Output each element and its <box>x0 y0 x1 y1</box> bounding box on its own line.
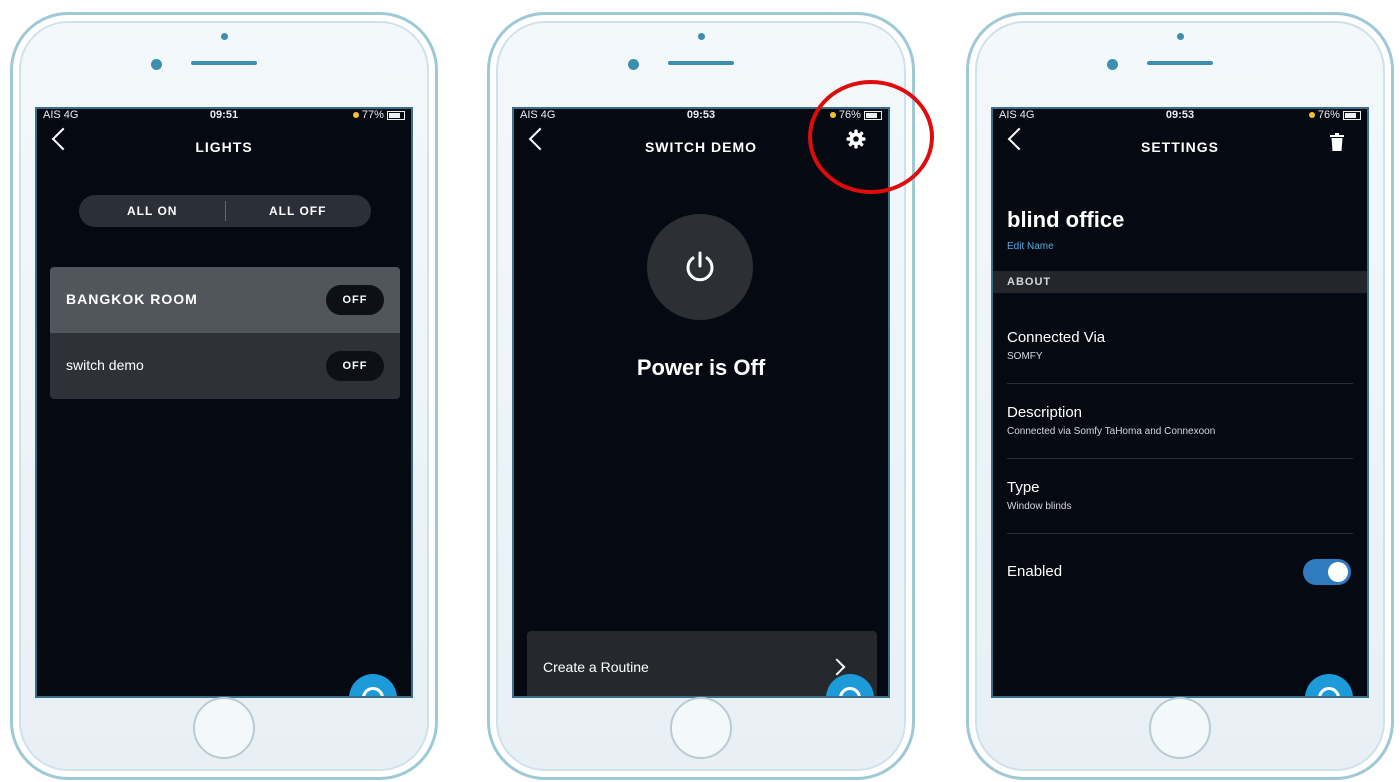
page-title: LIGHTS <box>195 139 253 155</box>
page-title: SETTINGS <box>1140 139 1219 155</box>
type-row: Type Window blinds <box>1007 459 1353 534</box>
description-row: Description Connected via Somfy TaHoma a… <box>1007 384 1353 459</box>
row-value: Window blinds <box>1007 501 1072 512</box>
phone-frame-lights: AIS 4G 09:51 77% LIGHTS ALL ON ALL OFF B… <box>10 12 438 780</box>
enabled-label: Enabled <box>1007 563 1063 580</box>
screen-settings: AIS 4G 09:53 76% SETTINGS blind office E… <box>991 107 1369 698</box>
battery-icon <box>387 110 405 120</box>
clock: 09:53 <box>686 109 716 121</box>
earpiece <box>668 61 734 65</box>
edit-name-link[interactable]: Edit Name <box>1007 241 1054 252</box>
all-toggle-segment: ALL ON ALL OFF <box>79 195 371 227</box>
carrier: AIS 4G <box>43 109 79 121</box>
location-icon <box>1308 112 1315 119</box>
alexa-button[interactable] <box>349 674 397 696</box>
battery-level: 77% <box>361 109 384 121</box>
device-card-switch-demo[interactable]: switch demo OFF <box>50 333 400 399</box>
segment-divider <box>225 201 226 221</box>
all-off-button[interactable]: ALL OFF <box>269 204 326 218</box>
row-value: SOMFY <box>1007 351 1043 362</box>
device-card-bangkok-room[interactable]: BANGKOK ROOM OFF <box>50 267 400 333</box>
battery: 77% <box>352 109 405 121</box>
carrier: AIS 4G <box>520 109 556 121</box>
sensor-dot <box>1177 33 1184 40</box>
device-state-button[interactable]: OFF <box>326 351 384 381</box>
home-button[interactable] <box>193 697 255 759</box>
status-bar: AIS 4G 09:51 77% <box>37 109 411 123</box>
status-bar: AIS 4G 09:53 76% <box>993 109 1367 123</box>
device-name: blind office <box>1007 207 1125 232</box>
connected-via-row: Connected Via SOMFY <box>1007 309 1353 384</box>
device-state-button[interactable]: OFF <box>326 285 384 315</box>
chevron-right-icon <box>828 658 846 676</box>
location-icon <box>352 112 359 119</box>
device-name: switch demo <box>66 357 144 373</box>
camera <box>1107 59 1118 70</box>
all-on-button[interactable]: ALL ON <box>127 204 177 218</box>
about-section-header: ABOUT <box>993 271 1367 293</box>
create-routine-card[interactable]: Create a Routine <box>527 631 877 696</box>
sensor-dot <box>221 33 228 40</box>
row-heading: Connected Via <box>1007 329 1106 346</box>
power-icon <box>686 251 714 282</box>
screen-switch-demo: AIS 4G 09:53 76% SWITCH DEMO Power is Of… <box>512 107 890 698</box>
home-button[interactable] <box>670 697 732 759</box>
power-status: Power is Off <box>636 355 766 380</box>
carrier: AIS 4G <box>999 109 1035 121</box>
earpiece <box>1147 61 1213 65</box>
earpiece <box>191 61 257 65</box>
device-name: BANGKOK ROOM <box>66 291 198 307</box>
battery-level: 76% <box>1317 109 1340 121</box>
clock: 09:53 <box>1165 109 1195 121</box>
row-value: Connected via Somfy TaHoma and Connexoon <box>1007 426 1216 437</box>
highlight-circle <box>808 80 934 194</box>
create-routine-label: Create a Routine <box>543 659 649 675</box>
phone-frame-settings: AIS 4G 09:53 76% SETTINGS blind office E… <box>966 12 1394 780</box>
battery-icon <box>1343 110 1361 120</box>
sensor-dot <box>698 33 705 40</box>
battery: 76% <box>1308 109 1361 121</box>
row-heading: Description <box>1007 404 1083 421</box>
power-button[interactable] <box>647 214 753 320</box>
enabled-toggle[interactable] <box>1303 559 1351 585</box>
alexa-button[interactable] <box>1305 674 1353 696</box>
camera <box>628 59 639 70</box>
row-heading: Type <box>1007 479 1040 496</box>
clock: 09:51 <box>209 109 239 121</box>
trash-icon[interactable] <box>1329 133 1345 156</box>
camera <box>151 59 162 70</box>
screen-lights: AIS 4G 09:51 77% LIGHTS ALL ON ALL OFF B… <box>35 107 413 698</box>
home-button[interactable] <box>1149 697 1211 759</box>
